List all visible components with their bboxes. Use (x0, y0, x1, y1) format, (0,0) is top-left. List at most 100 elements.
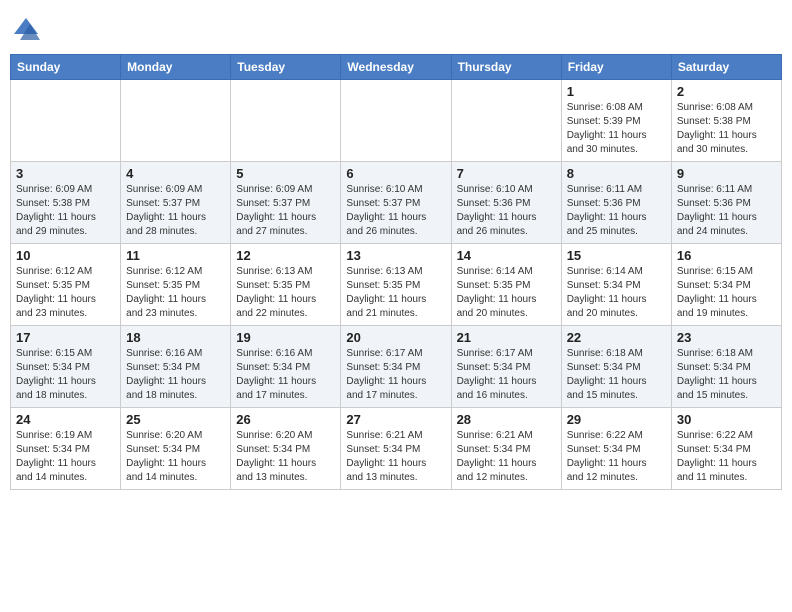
day-number: 2 (677, 84, 776, 99)
day-info: Sunrise: 6:14 AM Sunset: 5:35 PM Dayligh… (457, 265, 556, 321)
calendar-cell: 5 Sunrise: 6:09 AM Sunset: 5:37 PM Daylig… (231, 162, 341, 244)
day-info: Sunrise: 6:16 AM Sunset: 5:34 PM Dayligh… (236, 347, 335, 403)
day-info: Sunrise: 6:18 AM Sunset: 5:34 PM Dayligh… (677, 347, 776, 403)
day-number: 29 (567, 412, 666, 427)
day-number: 8 (567, 166, 666, 181)
day-info: Sunrise: 6:13 AM Sunset: 5:35 PM Dayligh… (346, 265, 445, 321)
day-info: Sunrise: 6:20 AM Sunset: 5:34 PM Dayligh… (236, 429, 335, 485)
calendar-cell (451, 80, 561, 162)
day-info: Sunrise: 6:09 AM Sunset: 5:37 PM Dayligh… (236, 183, 335, 239)
day-number: 24 (16, 412, 115, 427)
day-number: 4 (126, 166, 225, 181)
day-info: Sunrise: 6:09 AM Sunset: 5:37 PM Dayligh… (126, 183, 225, 239)
day-number: 20 (346, 330, 445, 345)
logo-icon (10, 14, 42, 46)
day-info: Sunrise: 6:11 AM Sunset: 5:36 PM Dayligh… (567, 183, 666, 239)
day-number: 18 (126, 330, 225, 345)
calendar-cell (121, 80, 231, 162)
day-number: 1 (567, 84, 666, 99)
header-friday: Friday (561, 55, 671, 80)
calendar-cell: 22 Sunrise: 6:18 AM Sunset: 5:34 PM Dayli… (561, 326, 671, 408)
day-info: Sunrise: 6:08 AM Sunset: 5:38 PM Dayligh… (677, 101, 776, 157)
day-number: 17 (16, 330, 115, 345)
day-info: Sunrise: 6:22 AM Sunset: 5:34 PM Dayligh… (567, 429, 666, 485)
calendar-cell: 10 Sunrise: 6:12 AM Sunset: 5:35 PM Dayli… (11, 244, 121, 326)
day-number: 28 (457, 412, 556, 427)
day-number: 25 (126, 412, 225, 427)
calendar-cell: 26Sunrise: 6:20 AM Sunset: 5:34 PM Dayli… (231, 408, 341, 490)
header-thursday: Thursday (451, 55, 561, 80)
day-info: Sunrise: 6:14 AM Sunset: 5:34 PM Dayligh… (567, 265, 666, 321)
calendar-cell: 4 Sunrise: 6:09 AM Sunset: 5:37 PM Daylig… (121, 162, 231, 244)
calendar-cell: 18 Sunrise: 6:16 AM Sunset: 5:34 PM Dayli… (121, 326, 231, 408)
day-number: 11 (126, 248, 225, 263)
calendar-cell: 3Sunrise: 6:09 AM Sunset: 5:38 PM Daylig… (11, 162, 121, 244)
day-info: Sunrise: 6:20 AM Sunset: 5:34 PM Dayligh… (126, 429, 225, 485)
logo (10, 14, 46, 46)
day-info: Sunrise: 6:17 AM Sunset: 5:34 PM Dayligh… (457, 347, 556, 403)
day-number: 27 (346, 412, 445, 427)
header-monday: Monday (121, 55, 231, 80)
day-number: 30 (677, 412, 776, 427)
calendar-cell: 11 Sunrise: 6:12 AM Sunset: 5:35 PM Dayli… (121, 244, 231, 326)
calendar-cell: 21Sunrise: 6:17 AM Sunset: 5:34 PM Dayli… (451, 326, 561, 408)
day-info: Sunrise: 6:18 AM Sunset: 5:34 PM Dayligh… (567, 347, 666, 403)
calendar-cell (11, 80, 121, 162)
day-info: Sunrise: 6:19 AM Sunset: 5:34 PM Dayligh… (16, 429, 115, 485)
day-number: 15 (567, 248, 666, 263)
calendar-table: SundayMondayTuesdayWednesdayThursdayFrid… (10, 54, 782, 490)
calendar-header-row: SundayMondayTuesdayWednesdayThursdayFrid… (11, 55, 782, 80)
day-info: Sunrise: 6:11 AM Sunset: 5:36 PM Dayligh… (677, 183, 776, 239)
day-info: Sunrise: 6:10 AM Sunset: 5:37 PM Dayligh… (346, 183, 445, 239)
day-info: Sunrise: 6:13 AM Sunset: 5:35 PM Dayligh… (236, 265, 335, 321)
calendar-week-5: 24 Sunrise: 6:19 AM Sunset: 5:34 PM Dayli… (11, 408, 782, 490)
day-info: Sunrise: 6:22 AM Sunset: 5:34 PM Dayligh… (677, 429, 776, 485)
calendar-week-4: 17 Sunrise: 6:15 AM Sunset: 5:34 PM Dayli… (11, 326, 782, 408)
day-number: 14 (457, 248, 556, 263)
calendar-cell: 28 Sunrise: 6:21 AM Sunset: 5:34 PM Dayli… (451, 408, 561, 490)
header-wednesday: Wednesday (341, 55, 451, 80)
day-info: Sunrise: 6:15 AM Sunset: 5:34 PM Dayligh… (16, 347, 115, 403)
day-info: Sunrise: 6:16 AM Sunset: 5:34 PM Dayligh… (126, 347, 225, 403)
calendar-cell: 24 Sunrise: 6:19 AM Sunset: 5:34 PM Dayli… (11, 408, 121, 490)
calendar-cell: 25 Sunrise: 6:20 AM Sunset: 5:34 PM Dayli… (121, 408, 231, 490)
calendar-cell: 9 Sunrise: 6:11 AM Sunset: 5:36 PM Daylig… (671, 162, 781, 244)
day-info: Sunrise: 6:17 AM Sunset: 5:34 PM Dayligh… (346, 347, 445, 403)
calendar-week-3: 10 Sunrise: 6:12 AM Sunset: 5:35 PM Dayli… (11, 244, 782, 326)
calendar-cell: 23Sunrise: 6:18 AM Sunset: 5:34 PM Dayli… (671, 326, 781, 408)
day-number: 19 (236, 330, 335, 345)
day-info: Sunrise: 6:15 AM Sunset: 5:34 PM Dayligh… (677, 265, 776, 321)
header-tuesday: Tuesday (231, 55, 341, 80)
day-info: Sunrise: 6:12 AM Sunset: 5:35 PM Dayligh… (16, 265, 115, 321)
day-number: 10 (16, 248, 115, 263)
calendar-cell (231, 80, 341, 162)
calendar-cell: 19 Sunrise: 6:16 AM Sunset: 5:34 PM Dayli… (231, 326, 341, 408)
day-info: Sunrise: 6:21 AM Sunset: 5:34 PM Dayligh… (346, 429, 445, 485)
calendar-cell: 29 Sunrise: 6:22 AM Sunset: 5:34 PM Dayli… (561, 408, 671, 490)
calendar-week-2: 3Sunrise: 6:09 AM Sunset: 5:38 PM Daylig… (11, 162, 782, 244)
calendar-cell: 1 Sunrise: 6:08 AM Sunset: 5:39 PM Daylig… (561, 80, 671, 162)
calendar-cell: 2 Sunrise: 6:08 AM Sunset: 5:38 PM Daylig… (671, 80, 781, 162)
calendar-cell: 27 Sunrise: 6:21 AM Sunset: 5:34 PM Dayli… (341, 408, 451, 490)
day-number: 13 (346, 248, 445, 263)
day-number: 12 (236, 248, 335, 263)
calendar-cell (341, 80, 451, 162)
header-saturday: Saturday (671, 55, 781, 80)
day-info: Sunrise: 6:10 AM Sunset: 5:36 PM Dayligh… (457, 183, 556, 239)
day-number: 9 (677, 166, 776, 181)
calendar-cell: 30 Sunrise: 6:22 AM Sunset: 5:34 PM Dayli… (671, 408, 781, 490)
calendar-cell: 14 Sunrise: 6:14 AM Sunset: 5:35 PM Dayli… (451, 244, 561, 326)
day-info: Sunrise: 6:12 AM Sunset: 5:35 PM Dayligh… (126, 265, 225, 321)
day-info: Sunrise: 6:08 AM Sunset: 5:39 PM Dayligh… (567, 101, 666, 157)
day-info: Sunrise: 6:21 AM Sunset: 5:34 PM Dayligh… (457, 429, 556, 485)
day-number: 5 (236, 166, 335, 181)
day-number: 3 (16, 166, 115, 181)
calendar-cell: 6Sunrise: 6:10 AM Sunset: 5:37 PM Daylig… (341, 162, 451, 244)
calendar-cell: 20 Sunrise: 6:17 AM Sunset: 5:34 PM Dayli… (341, 326, 451, 408)
calendar-cell: 13 Sunrise: 6:13 AM Sunset: 5:35 PM Dayli… (341, 244, 451, 326)
day-number: 7 (457, 166, 556, 181)
calendar-week-1: 1 Sunrise: 6:08 AM Sunset: 5:39 PM Daylig… (11, 80, 782, 162)
day-number: 22 (567, 330, 666, 345)
day-number: 16 (677, 248, 776, 263)
calendar-cell: 16 Sunrise: 6:15 AM Sunset: 5:34 PM Dayli… (671, 244, 781, 326)
